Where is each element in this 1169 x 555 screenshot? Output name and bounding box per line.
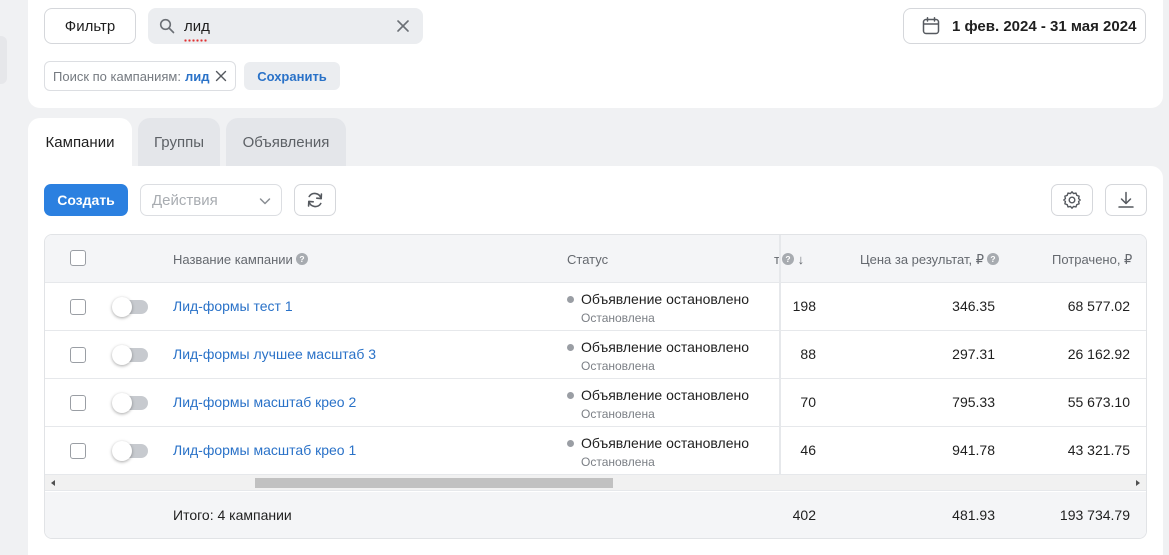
row-checkbox[interactable]	[70, 299, 86, 315]
header-status[interactable]: Статус	[567, 252, 608, 267]
cost-per-result-value: 346.35	[952, 298, 995, 314]
tab-ads[interactable]: Объявления	[226, 118, 346, 166]
campaigns-table: Название кампании? Статус т? ↓ Цена за р…	[44, 234, 1147, 539]
campaign-link[interactable]: Лид-формы тест 1	[173, 298, 293, 314]
help-icon: ?	[781, 253, 794, 265]
table-header: Название кампании? Статус т? ↓ Цена за р…	[45, 235, 1146, 283]
actions-select[interactable]: Действия	[140, 184, 282, 216]
status-dot	[567, 344, 574, 351]
row-checkbox[interactable]	[70, 395, 86, 411]
total-label: Итого: 4 кампании	[173, 507, 292, 523]
sub-status-text: Остановлена	[581, 311, 655, 325]
download-button[interactable]	[1105, 184, 1147, 216]
campaign-toggle[interactable]	[112, 393, 148, 413]
download-icon	[1118, 191, 1134, 208]
status-text: Объявление остановлено	[581, 387, 750, 403]
header-campaign-name[interactable]: Название кампании?	[173, 252, 308, 267]
campaign-link[interactable]: Лид-формы масштаб крео 2	[173, 394, 356, 410]
status-text: Объявление остановлено	[581, 435, 750, 451]
status-text: Объявление остановлено	[581, 291, 750, 307]
status-dot	[567, 296, 574, 303]
cost-per-result-value: 941.78	[952, 442, 995, 458]
spent-value: 26 162.92	[1067, 346, 1130, 362]
create-button[interactable]: Создать	[44, 184, 128, 216]
campaign-link[interactable]: Лид-формы лучшее масштаб 3	[173, 346, 376, 362]
total-spent: 193 734.79	[1059, 507, 1130, 523]
campaigns-panel: Создать Действия Название кампании ? Ста…	[28, 166, 1163, 555]
save-filter-button[interactable]: Сохранить	[244, 62, 340, 90]
filter-button[interactable]: Фильтр	[44, 8, 136, 44]
chevron-down-icon	[259, 198, 271, 205]
cost-per-result-value: 297.31	[952, 346, 995, 362]
total-results: 402	[792, 507, 816, 523]
filter-panel: Фильтр 1 фев. 2024 - 31 мая 2024 Поиск п…	[28, 0, 1163, 108]
sub-status-text: Остановлена	[581, 455, 655, 469]
spent-value: 43 321.75	[1067, 442, 1130, 458]
help-icon: ?	[295, 253, 308, 265]
tab-groups[interactable]: Группы	[138, 118, 220, 166]
close-icon[interactable]	[395, 18, 411, 34]
refresh-button[interactable]	[294, 184, 336, 216]
table-row: Лид-формы тест 1 Объявление остановлено …	[45, 283, 1146, 331]
sort-arrow-icon: ↓	[797, 252, 805, 267]
results-value: 46	[800, 442, 816, 458]
sub-status-text: Остановлена	[581, 407, 655, 421]
help-icon: ?	[986, 253, 999, 265]
results-value: 88	[800, 346, 816, 362]
svg-text:?: ?	[785, 254, 790, 264]
cost-per-result-value: 795.33	[952, 394, 995, 410]
campaign-toggle[interactable]	[112, 345, 148, 365]
search-input[interactable]	[184, 14, 384, 38]
search-icon	[159, 18, 175, 34]
campaign-link[interactable]: Лид-формы масштаб крео 1	[173, 442, 356, 458]
search-filter-chip: Поиск по кампаниям: лид	[44, 61, 236, 91]
gear-icon	[1063, 191, 1081, 209]
campaign-toggle[interactable]	[112, 441, 148, 461]
horizontal-scrollbar[interactable]	[45, 475, 1146, 491]
status-dot	[567, 440, 574, 447]
campaign-toggle[interactable]	[112, 297, 148, 317]
svg-text:?: ?	[990, 254, 995, 264]
calendar-icon	[922, 17, 940, 35]
status-text: Объявление остановлено	[581, 339, 750, 355]
frozen-column-divider	[779, 235, 781, 475]
chip-label: Поиск по кампаниям:	[53, 68, 181, 84]
row-checkbox[interactable]	[70, 443, 86, 459]
total-cost-per-result: 481.93	[952, 507, 995, 523]
table-row: Лид-формы масштаб крео 1 Объявление оста…	[45, 427, 1146, 475]
row-checkbox[interactable]	[70, 347, 86, 363]
close-icon[interactable]	[215, 70, 227, 82]
table-footer-totals: Итого: 4 кампании 402 481.93 193 734.79	[45, 492, 1146, 538]
results-value: 198	[792, 298, 816, 314]
scroll-left-icon[interactable]	[49, 479, 57, 487]
select-all-checkbox[interactable]	[70, 250, 86, 266]
actions-placeholder: Действия	[152, 191, 218, 209]
sub-status-text: Остановлена	[581, 359, 655, 373]
settings-button[interactable]	[1051, 184, 1093, 216]
table-row: Лид-формы лучшее масштаб 3 Объявление ос…	[45, 331, 1146, 379]
date-range-label: 1 фев. 2024 - 31 мая 2024	[952, 17, 1137, 35]
svg-text:?: ?	[299, 254, 304, 264]
chip-value: лид	[184, 68, 210, 84]
spent-value: 55 673.10	[1067, 394, 1130, 410]
refresh-icon	[307, 192, 323, 208]
tab-campaigns[interactable]: Кампании	[28, 118, 132, 166]
scroll-right-icon[interactable]	[1134, 479, 1142, 487]
spent-value: 68 577.02	[1067, 298, 1130, 314]
scroll-thumb[interactable]	[255, 478, 613, 488]
left-edge-tab	[0, 36, 7, 84]
header-cost-per-result[interactable]: Цена за результат, ₽?	[860, 252, 999, 268]
spellcheck-underline	[184, 39, 208, 42]
results-value: 70	[800, 394, 816, 410]
header-spent[interactable]: Потрачено, ₽	[1052, 252, 1132, 268]
search-box[interactable]	[148, 8, 423, 44]
date-range-button[interactable]: 1 фев. 2024 - 31 мая 2024	[903, 8, 1146, 44]
table-row: Лид-формы масштаб крео 2 Объявление оста…	[45, 379, 1146, 427]
status-dot	[567, 392, 574, 399]
